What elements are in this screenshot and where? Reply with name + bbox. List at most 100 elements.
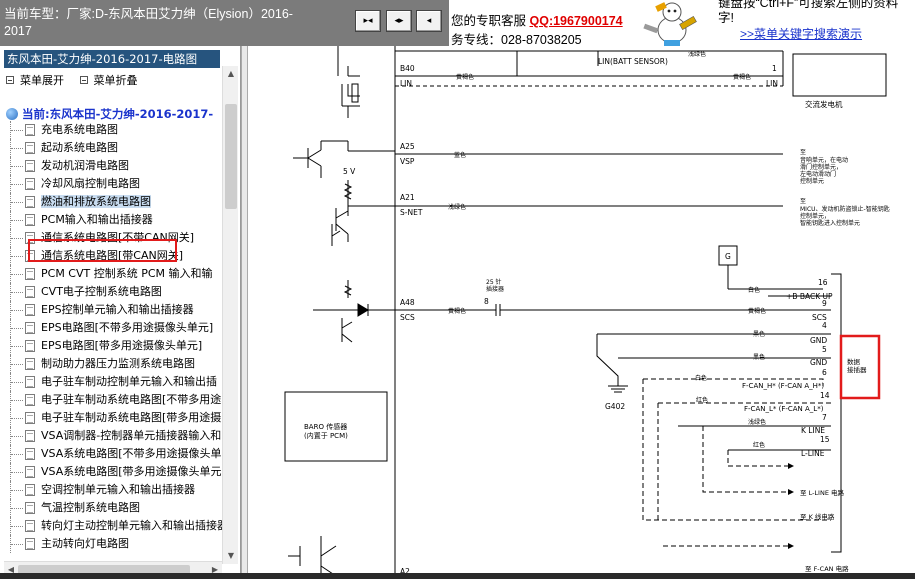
tree-item[interactable]: 电子驻车制动系统电路图[不带多用途 [6, 391, 222, 409]
tree-item[interactable]: EPS电路图[不带多用途摄像头单元] [6, 319, 222, 337]
tree-item[interactable]: PCM输入和输出插接器 [6, 211, 222, 229]
document-icon [25, 394, 35, 406]
globe-icon [6, 108, 18, 120]
label-vsp-dest1: 至 [800, 149, 806, 156]
label-snet: S-NET [400, 208, 423, 217]
tree-item[interactable]: 发动机润滑电路图 [6, 157, 222, 175]
document-icon [25, 160, 35, 172]
label-to-lline: 至 L-LINE 电路 [800, 488, 844, 497]
menu-controls: 菜单展开 菜单折叠 [6, 72, 150, 88]
tree-item[interactable]: 转向灯主动控制单元输入和输出插接器 [6, 517, 222, 535]
tree-item[interactable]: EPS控制单元输入和输出插接器 [6, 301, 222, 319]
tip-line-1: 键盘按“Ctrl+F”可搜索左侧的资料 [718, 0, 899, 10]
tree-item[interactable]: 电子驻车制动系统电路图[带多用途摄 [6, 409, 222, 427]
mascot-image [634, 0, 714, 46]
tree-item[interactable]: 起动系统电路图 [6, 139, 222, 157]
tree-item-label: 通信系统电路图[带CAN网关] [41, 249, 184, 262]
label-snet-dest3: 控制单元， [800, 212, 830, 220]
tree-item-label: EPS控制单元输入和输出插接器 [41, 303, 194, 316]
search-demo-link[interactable]: >>菜单关键字搜索演示 [740, 27, 862, 42]
tree-item-label: 通信系统电路图[不带CAN网关] [41, 231, 195, 244]
wiring-diagram: B40 LIN LIN(BATT SENSOR) 1 LIN 交流发电机 浅绿色… [248, 46, 915, 579]
document-icon [25, 484, 35, 496]
label-pin16: 16 [818, 278, 828, 287]
service-phone: 务专线：028-87038205 [451, 33, 582, 46]
tree-item[interactable]: 电子驻车制动控制单元输入和输出插 [6, 373, 222, 391]
label-snet-dest1: 至 [800, 198, 806, 205]
label-yellow-brown-top: 黄褐色 [456, 73, 474, 81]
current-vehicle-label: 当前车型：厂家:D-东风本田艾力绅（Elysion）2016- 2017 [0, 0, 346, 46]
qq-link[interactable]: QQ:1967900174 [530, 14, 623, 28]
label-yellow-green: 黄褐色 [448, 307, 466, 315]
label-kline: K LINE [801, 426, 825, 435]
document-icon [25, 232, 35, 244]
tree-item-label: 冷却风扇控制电路图 [41, 177, 140, 190]
document-icon [25, 376, 35, 388]
document-icon [25, 412, 35, 424]
tree-item[interactable]: 通信系统电路图[带CAN网关] [6, 247, 222, 265]
tree-item[interactable]: 制动助力器压力监测系统电路图 [6, 355, 222, 373]
tree-item-label: 燃油和排放系统电路图 [41, 195, 151, 208]
label-lin-batt: LIN(BATT SENSOR) [598, 57, 668, 66]
customer-service-info: 您的专职客服 QQ:1967900174 务专线：028-87038205 [449, 0, 634, 46]
label-red: 红色 [696, 396, 708, 404]
collapse-panel-button[interactable]: ▸◂ [355, 10, 381, 32]
current-tree-root[interactable]: 当前:东风本田-艾力绅-2016-2017- [6, 106, 213, 122]
label-light-green: 浅绿色 [448, 203, 466, 211]
tree-item[interactable]: 空调控制单元输入和输出插接器 [6, 481, 222, 499]
label-a48: A48 [400, 298, 415, 307]
scroll-down-icon[interactable]: ▼ [225, 550, 237, 562]
menu-expand-button[interactable]: 菜单展开 [6, 72, 64, 88]
menu-collapse-button[interactable]: 菜单折叠 [79, 72, 138, 88]
label-gnd1: GND [810, 336, 827, 345]
scrollbar-thumb[interactable] [225, 104, 237, 209]
diagram-tree: 充电系统电路图 起动系统电路图 发动机润滑电路图冷却风扇控制电路图 燃油和排放系统电路… [6, 121, 222, 561]
label-black1: 黑色 [753, 330, 765, 338]
back-button[interactable]: ◂ [416, 10, 442, 32]
tree-item-label: PCM输入和输出插接器 [41, 213, 153, 226]
label-white2: 白色 [695, 374, 707, 382]
search-tip: 键盘按“Ctrl+F”可搜索左侧的资料 字! >>菜单关键字搜索演示 [714, 0, 915, 46]
tree-item[interactable]: 燃油和排放系统电路图 [6, 193, 222, 211]
tree-item-label: 电子驻车制动系统电路图[带多用途摄 [41, 411, 222, 424]
label-snet-dest2: MICU、发动机防盗锁止-智能钥匙 [800, 205, 890, 213]
label-to-fcan: 至 F-CAN 电路 [805, 564, 849, 573]
vehicle-line-2: 2017 [4, 24, 32, 38]
label-yellow-brown-right: 黄褐色 [733, 73, 751, 81]
scroll-up-icon[interactable]: ▲ [225, 68, 237, 80]
label-pin8: 8 [484, 297, 489, 306]
tree-item[interactable]: 充电系统电路图 [6, 121, 222, 139]
panel-splitter[interactable] [241, 46, 248, 579]
tree-item[interactable]: VSA系统电路图[带多用途摄像头单元 [6, 463, 222, 481]
tree-item[interactable]: 冷却风扇控制电路图 [6, 175, 222, 193]
tree-item-label: 制动助力器压力监测系统电路图 [41, 357, 195, 370]
label-pin9: 9 [822, 299, 827, 308]
document-icon [25, 520, 35, 532]
tree-item-label: 空调控制单元输入和输出插接器 [41, 483, 195, 496]
sidebar-vertical-scrollbar[interactable]: ▲ ▼ [222, 66, 238, 564]
collapse-icon [79, 76, 88, 84]
label-vsp-dest5: 控制单元 [800, 177, 824, 185]
label-pin7: 7 [822, 413, 827, 422]
tree-item[interactable]: CVT电子控制系统电路图 [6, 283, 222, 301]
tree-item[interactable]: 气温控制系统电路图 [6, 499, 222, 517]
label-snet-dest4: 智能钥匙进入控制单元 [800, 219, 860, 227]
expand-panel-button[interactable]: ◂▸ [386, 10, 412, 32]
label-pin5: 5 [822, 345, 827, 354]
tree-item[interactable]: 主动转向灯电路图 [6, 535, 222, 553]
label-vsp-dest3: 滑门控制单元， [800, 163, 842, 171]
tree-item[interactable]: 通信系统电路图[不带CAN网关] [6, 229, 222, 247]
label-b40: B40 [400, 64, 415, 73]
tree-item[interactable]: EPS电路图[带多用途摄像头单元] [6, 337, 222, 355]
label-pin4: 4 [822, 321, 827, 330]
label-g402: G402 [605, 402, 625, 411]
tree-item[interactable]: PCM CVT 控制系统 PCM 输入和输 [6, 265, 222, 283]
tree-item-label: EPS电路图[不带多用途摄像头单元] [41, 321, 214, 334]
document-icon [25, 214, 35, 226]
tree-item[interactable]: VSA调制器-控制器单元插接器输入和 [6, 427, 222, 445]
label-vsp-dest4: 左电动滑动门 [800, 170, 836, 178]
document-icon [25, 538, 35, 550]
label-pin15: 15 [820, 435, 830, 444]
tree-item[interactable]: VSA系统电路图[不带多用途摄像头单 [6, 445, 222, 463]
label-vsp: VSP [400, 157, 415, 166]
